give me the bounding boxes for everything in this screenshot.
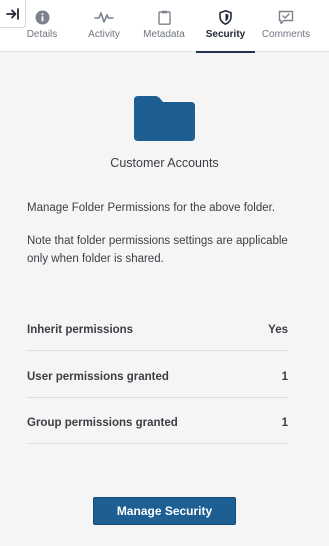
permission-value: Yes (268, 323, 288, 336)
note-text: Note that folder permissions settings ar… (27, 235, 288, 265)
clipboard-icon (157, 9, 171, 25)
divider (27, 397, 288, 398)
tab-label: Activity (88, 29, 120, 40)
manage-security-button[interactable]: Manage Security (93, 497, 236, 525)
permission-label: User permissions granted (27, 370, 169, 383)
tab-activity[interactable]: Activity (84, 0, 124, 52)
tab-label: Metadata (143, 29, 185, 40)
description-text: Manage Folder Permissions for the above … (27, 202, 276, 214)
tab-label: Details (26, 29, 58, 40)
permission-label: Group permissions granted (27, 416, 178, 429)
collapse-arrow-icon (5, 7, 19, 20)
shield-icon (219, 9, 232, 25)
tab-bar: Details Activity Metadata Security Comme… (0, 0, 329, 53)
info-icon (35, 9, 50, 25)
folder-name: Customer Accounts (110, 156, 219, 170)
tab-metadata[interactable]: Metadata (140, 0, 188, 52)
tab-details[interactable]: Details (24, 0, 60, 52)
divider (27, 350, 288, 351)
activity-pulse-icon (94, 9, 114, 25)
divider (27, 443, 288, 444)
tab-label: Comments (261, 29, 311, 40)
tab-label: Security (205, 29, 246, 40)
permission-row-user: User permissions granted 1 (27, 353, 288, 400)
tab-comments[interactable]: Comments (259, 0, 313, 52)
comment-check-icon (278, 9, 294, 25)
permission-row-inherit: Inherit permissions Yes (27, 306, 288, 353)
permission-value: 1 (281, 370, 288, 383)
tab-security[interactable]: Security (196, 0, 255, 53)
permission-label: Inherit permissions (27, 323, 134, 336)
folder-icon (134, 96, 195, 141)
permission-row-group: Group permissions granted 1 (27, 399, 288, 446)
collapse-panel-button[interactable] (0, 0, 26, 28)
permission-value: 1 (281, 416, 288, 429)
